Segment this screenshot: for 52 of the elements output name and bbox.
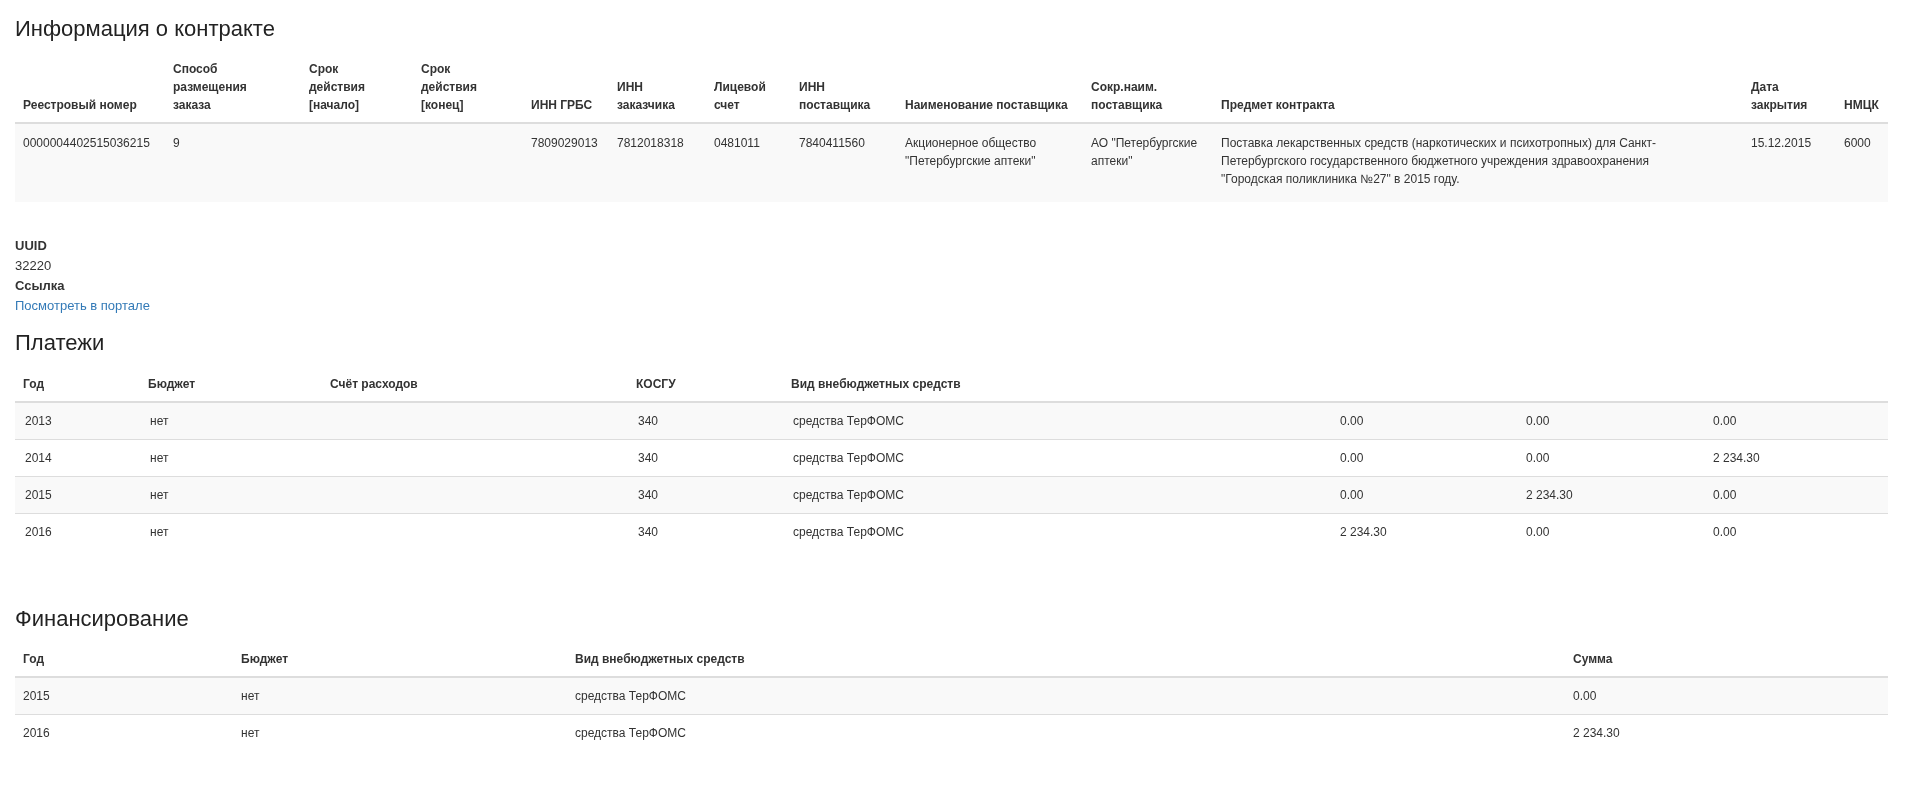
table-cell: нет (140, 513, 322, 550)
table-cell: 2013 (15, 401, 140, 440)
table-cell: 0.00 (1516, 401, 1703, 440)
table-cell: 2 234.30 (1330, 513, 1516, 550)
table-cell: средства ТерФОМС (783, 476, 1330, 514)
table-cell: 0.00 (1516, 513, 1703, 550)
table-cell: нет (233, 677, 567, 715)
table-cell: 2016 (15, 513, 140, 550)
table-cell: средства ТерФОМС (783, 513, 1330, 550)
table-cell: Акционерное общество "Петербургские аптеки" (897, 123, 1083, 203)
table-cell: нет (140, 476, 322, 514)
table-cell: 2016 (15, 714, 233, 752)
table-cell: 7840411560 (791, 123, 897, 203)
section-title: Информация о контракте (15, 16, 276, 43)
column-header: КОСГУ (628, 366, 783, 402)
table-cell: 2015 (15, 476, 140, 514)
table-cell: 0481011 (706, 123, 791, 203)
field-label: Ссылка (15, 277, 66, 296)
table-cell: 6000 (1836, 123, 1888, 203)
table-cell: 15.12.2015 (1743, 123, 1836, 203)
table-cell: средства ТерФОМС (783, 401, 1330, 440)
table-cell: 9 (165, 123, 301, 203)
table-cell: средства ТерФОМС (567, 677, 1565, 715)
table-cell: 2 234.30 (1516, 476, 1703, 514)
section-title: Финансирование (15, 605, 190, 633)
column-header: Год (15, 366, 140, 402)
column-header: Бюджет (140, 366, 322, 402)
column-header: Вид внебюджетных средств (783, 366, 1330, 402)
table-cell: нет (233, 714, 567, 752)
table-cell: 0.00 (1703, 401, 1888, 440)
table-cell: 0.00 (1330, 401, 1516, 440)
table-cell: 0000004402515036215 (15, 123, 165, 203)
table-cell: 340 (628, 476, 783, 514)
table-cell: 0.00 (1703, 476, 1888, 514)
table-cell: 2015 (15, 677, 233, 715)
field-label: UUID (15, 237, 48, 256)
table-cell: 340 (628, 401, 783, 440)
table-cell: 7812018318 (609, 123, 706, 203)
portal-link[interactable]: Посмотреть в портале (15, 296, 1888, 317)
table-cell: 0.00 (1330, 476, 1516, 514)
table-cell: Поставка лекарственных средств (наркотических и психотропных) для Санкт-Петербургского государственного бюджетного учреждения здравоохранения "Городская поликлиника №27" в 2015 году. (1213, 123, 1743, 203)
table-cell: нет (140, 401, 322, 440)
column-header: Счёт расходов (322, 366, 628, 402)
section-title: Платежи (15, 330, 106, 357)
table-cell: 2 234.30 (1565, 714, 1888, 752)
table-cell: 0.00 (1565, 677, 1888, 715)
table-cell: 0.00 (1703, 513, 1888, 550)
table-cell: АО "Петербургские аптеки" (1083, 123, 1213, 203)
table-cell: средства ТерФОМС (567, 714, 1565, 752)
table-cell: 7809029013 (523, 123, 609, 203)
field-value: 32220 (15, 257, 53, 276)
table-cell: 340 (628, 513, 783, 550)
